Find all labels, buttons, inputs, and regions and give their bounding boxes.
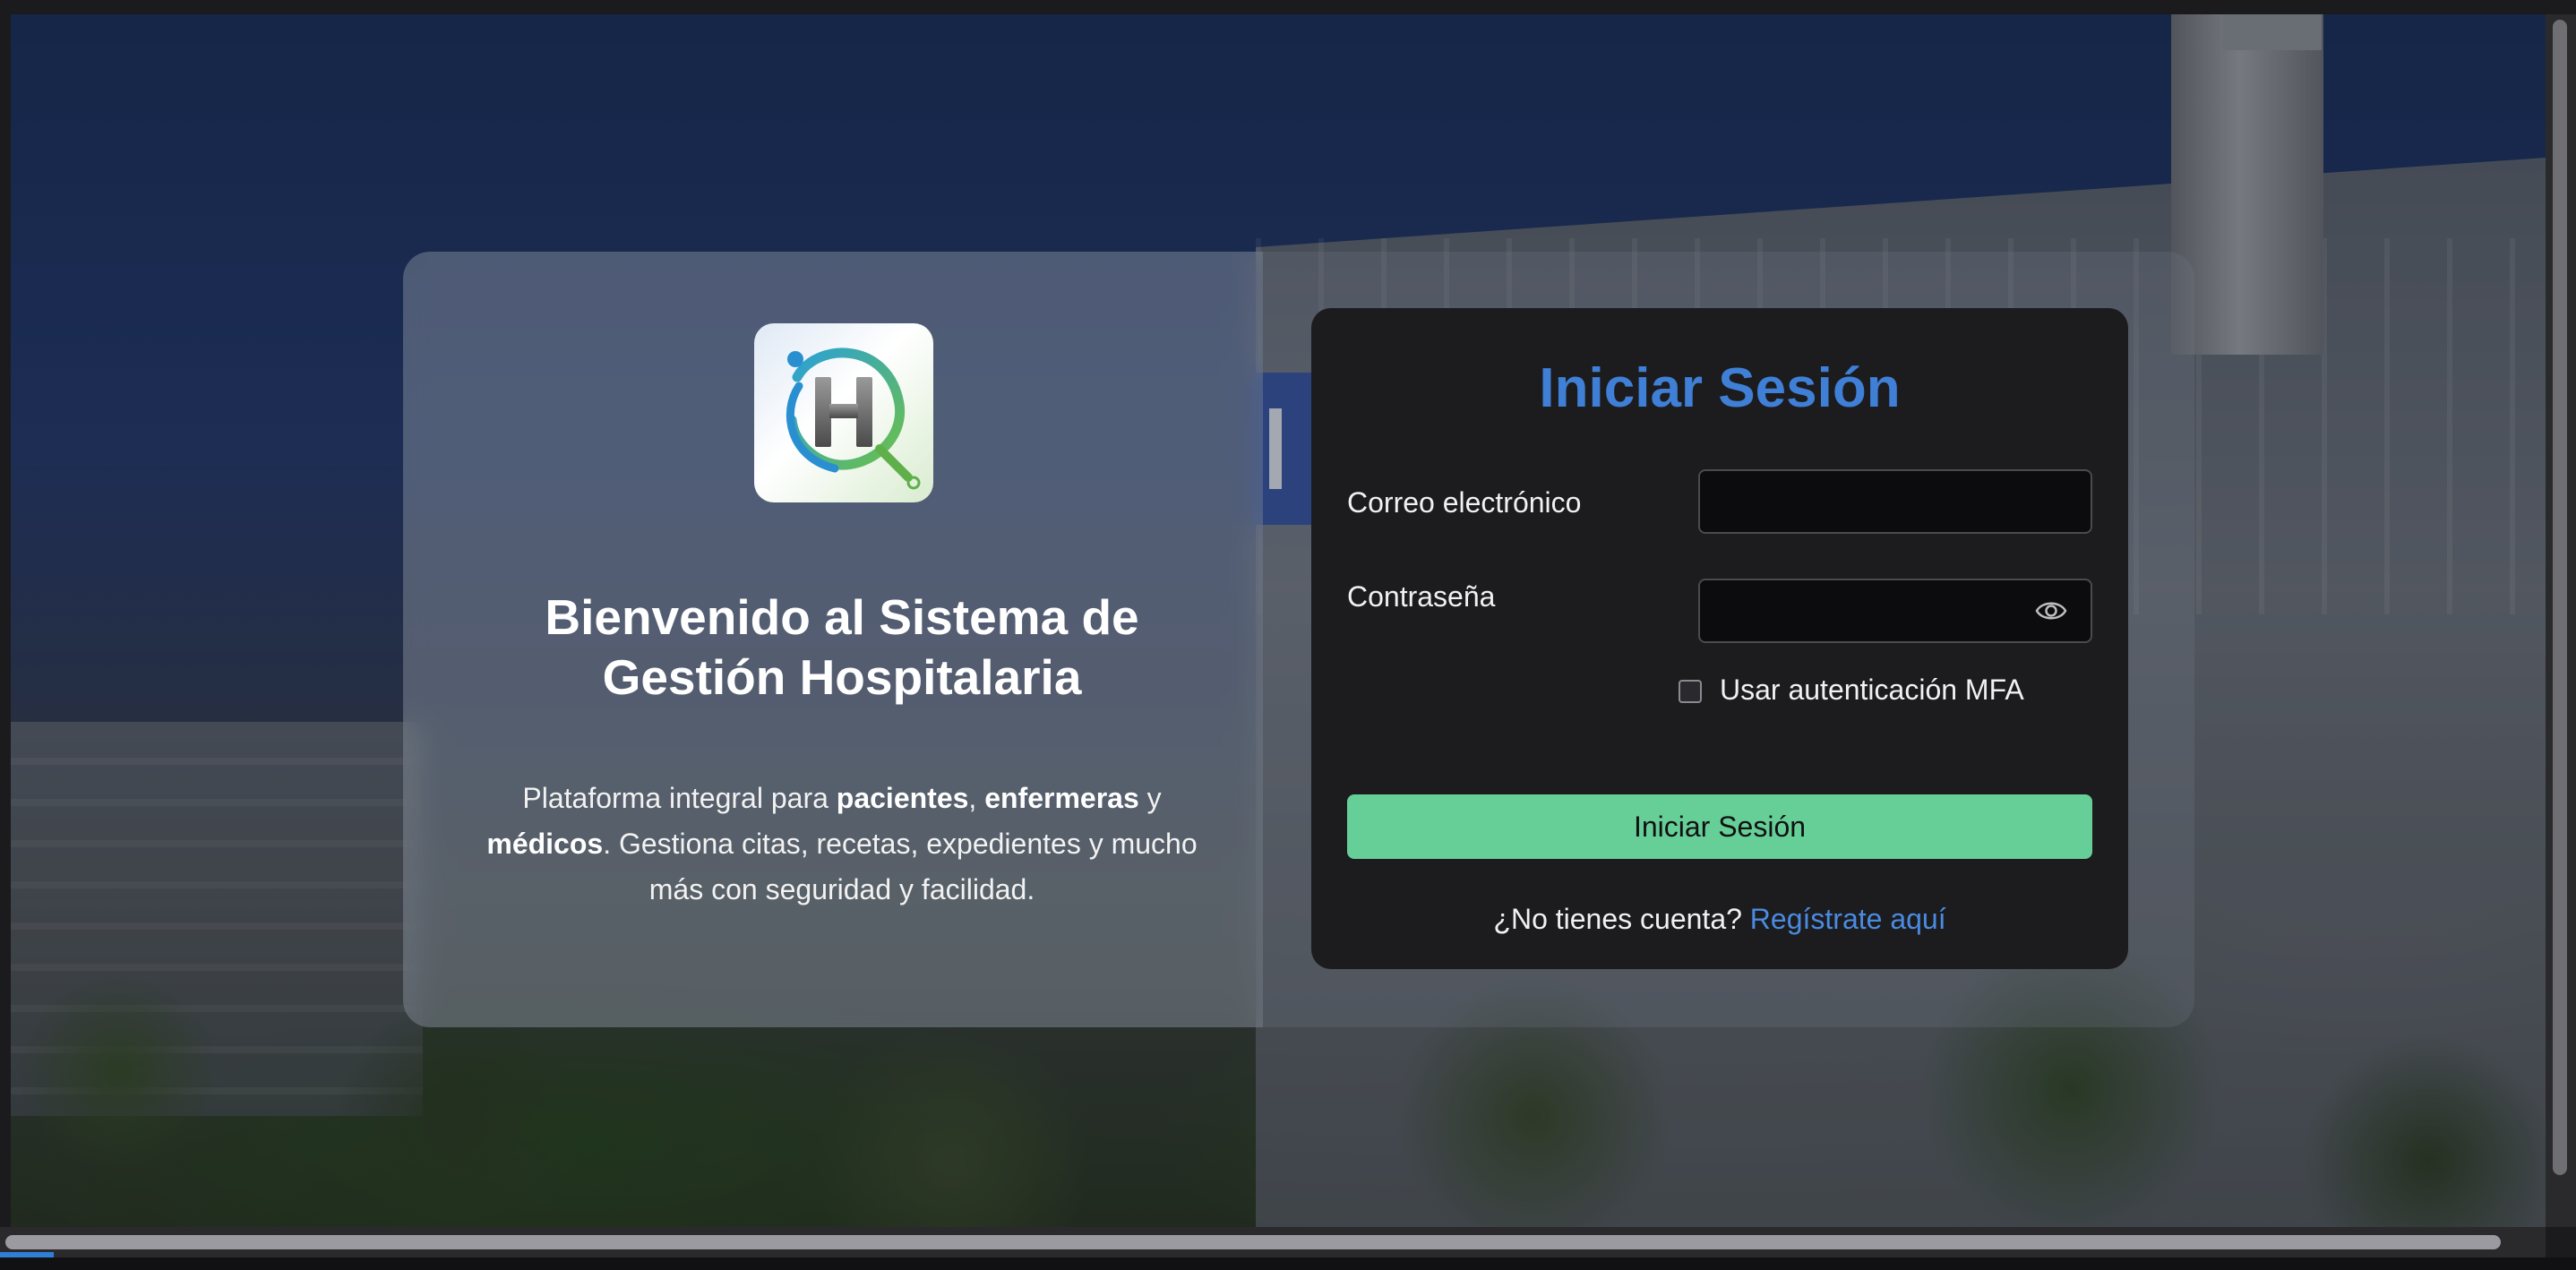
- window-bottom-accent: [0, 1252, 54, 1257]
- welcome-panel: Bienvenido al Sistema de Gestión Hospita…: [403, 252, 1263, 1027]
- horizontal-scrollbar[interactable]: [0, 1227, 2546, 1257]
- register-prompt: ¿No tienes cuenta?: [1493, 903, 1742, 935]
- password-label: Contraseña: [1347, 580, 1496, 613]
- horizontal-scroll-thumb[interactable]: [5, 1235, 2501, 1249]
- login-submit-button[interactable]: Iniciar Sesión: [1347, 794, 2092, 859]
- email-label: Correo electrónico: [1347, 486, 1582, 519]
- login-title: Iniciar Sesión: [1539, 357, 1901, 419]
- vertical-scrollbar[interactable]: [2546, 14, 2576, 1227]
- vertical-scroll-thumb[interactable]: [2553, 20, 2567, 1175]
- register-link[interactable]: Regístrate aquí: [1750, 903, 1946, 935]
- welcome-desc-text: Plataforma integral para: [522, 782, 837, 814]
- mfa-label[interactable]: Usar autenticación MFA: [1720, 672, 2024, 708]
- page-viewport: Bienvenido al Sistema de Gestión Hospita…: [11, 14, 2546, 1227]
- welcome-desc-text: . Gestiona citas, recetas, expedientes y…: [603, 828, 1198, 905]
- mfa-checkbox[interactable]: [1679, 680, 1702, 703]
- welcome-desc-doctors: médicos: [486, 828, 604, 860]
- email-field[interactable]: [1698, 469, 2092, 534]
- window-bottom-strip: [0, 1257, 2576, 1270]
- login-form-panel: Iniciar Sesión Correo electrónico Contra…: [1311, 308, 2128, 969]
- welcome-description: Plataforma integral para pacientes, enfe…: [475, 776, 1209, 913]
- register-row: ¿No tienes cuenta? Regístrate aquí: [1311, 901, 2128, 937]
- eye-icon[interactable]: [2033, 593, 2069, 629]
- hospital-logo: [754, 323, 933, 502]
- welcome-title: Bienvenido al Sistema de Gestión Hospita…: [545, 589, 1139, 705]
- hospital-logo-icon: [786, 348, 921, 490]
- welcome-desc-nurses: enfermeras: [984, 782, 1139, 814]
- login-card: Bienvenido al Sistema de Gestión Hospita…: [403, 252, 2194, 1027]
- welcome-desc-sep: y: [1138, 782, 1162, 814]
- welcome-desc-patients: pacientes: [836, 782, 969, 814]
- welcome-desc-sep: ,: [968, 782, 985, 814]
